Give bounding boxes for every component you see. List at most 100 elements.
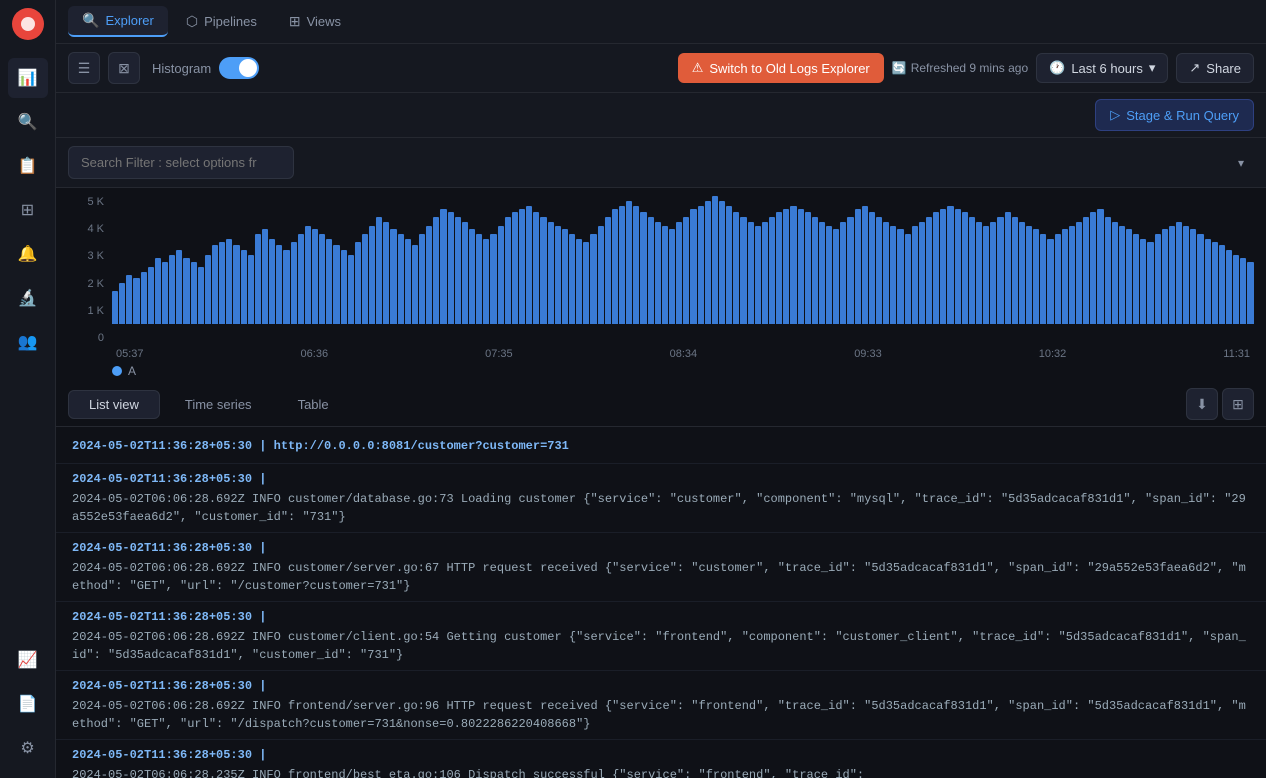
search-filter-input[interactable] xyxy=(68,146,294,179)
refresh-label: Refreshed 9 mins ago xyxy=(911,61,1028,75)
switch-btn-label: Switch to Old Logs Explorer xyxy=(709,61,869,76)
share-icon: ↗ xyxy=(1189,60,1200,76)
toolbar2: ▷ Stage & Run Query xyxy=(56,93,1266,138)
chart-bar xyxy=(847,217,853,324)
tab-views[interactable]: ⊞ Views xyxy=(275,7,355,36)
sidebar-item-settings[interactable]: ⚙ xyxy=(8,728,48,768)
chart-bar xyxy=(855,209,861,324)
switch-to-old-logs-button[interactable]: ⚠ Switch to Old Logs Explorer xyxy=(678,53,884,83)
chart-bar xyxy=(805,212,811,324)
chart-bar xyxy=(1226,250,1232,324)
app-logo[interactable] xyxy=(12,8,44,40)
chart-bar xyxy=(505,217,511,324)
sidebar-item-investigate[interactable]: 🔬 xyxy=(8,278,48,318)
chart-bar xyxy=(826,226,832,324)
chart-bar xyxy=(248,255,254,324)
columns-icon[interactable]: ⊞ xyxy=(1222,388,1254,420)
download-icon[interactable]: ⬇ xyxy=(1186,388,1218,420)
chart-bar xyxy=(662,226,668,324)
log-entry-body: 2024-05-02T06:06:28.692Z INFO customer/s… xyxy=(72,559,1250,595)
chart-bar xyxy=(319,234,325,324)
histogram-toggle[interactable] xyxy=(219,57,259,79)
filter-chevron-icon: ▾ xyxy=(1238,156,1244,170)
x-label-5: 10:32 xyxy=(1039,348,1067,360)
sidebar-item-reports[interactable]: 📈 xyxy=(8,640,48,680)
x-label-4: 09:33 xyxy=(854,348,882,360)
log-entry[interactable]: 2024-05-02T11:36:28+05:30 |2024-05-02T06… xyxy=(56,602,1266,671)
chart-bar xyxy=(1062,229,1068,324)
pipelines-icon: ⬡ xyxy=(186,13,198,30)
chart-bar xyxy=(1005,212,1011,324)
log-list[interactable]: 2024-05-02T11:36:28+05:30 | http://0.0.0… xyxy=(56,427,1266,778)
chart-bar xyxy=(390,229,396,324)
sidebar-item-table[interactable]: 📋 xyxy=(8,146,48,186)
x-label-0: 05:37 xyxy=(116,348,144,360)
chart-bar xyxy=(526,206,532,324)
chart-bar xyxy=(462,222,468,324)
chart-bar xyxy=(933,212,939,324)
chart-bar xyxy=(148,267,154,324)
view-tab-list-label: List view xyxy=(89,397,139,412)
chart-bar xyxy=(212,245,218,324)
sidebar-item-grid[interactable]: ⊞ xyxy=(8,190,48,230)
chart-bar xyxy=(519,209,525,324)
chart-bar xyxy=(1190,229,1196,324)
chart-legend: A xyxy=(112,364,1254,378)
tab-pipelines[interactable]: ⬡ Pipelines xyxy=(172,7,271,36)
sidebar-item-alert[interactable]: 🔔 xyxy=(8,234,48,274)
chart-bar xyxy=(355,242,361,324)
chart-bar xyxy=(512,212,518,324)
chart-bar xyxy=(533,212,539,324)
chart-bar xyxy=(869,212,875,324)
chart-bar xyxy=(540,217,546,324)
view-tab-list[interactable]: List view xyxy=(68,390,160,419)
chart-bar xyxy=(398,234,404,324)
chart-bar xyxy=(1012,217,1018,324)
chart-bar xyxy=(440,209,446,324)
chart-bar xyxy=(162,262,168,324)
main-content: 🔍 Explorer ⬡ Pipelines ⊞ Views ☰ ⊠ Histo… xyxy=(56,0,1266,778)
chart-bar xyxy=(1219,245,1225,324)
chart-bar xyxy=(698,206,704,324)
stage-run-query-button[interactable]: ▷ Stage & Run Query xyxy=(1095,99,1254,131)
chart-bar xyxy=(312,229,318,324)
chart-bar xyxy=(1176,222,1182,324)
chart-bar xyxy=(947,206,953,324)
time-range-selector[interactable]: 🕐 Last 6 hours ▾ xyxy=(1036,53,1168,83)
chart-bar xyxy=(1083,217,1089,324)
tab-explorer[interactable]: 🔍 Explorer xyxy=(68,6,168,37)
chart-bar xyxy=(126,275,132,324)
log-entry[interactable]: 2024-05-02T11:36:28+05:30 |2024-05-02T06… xyxy=(56,740,1266,778)
view-tab-time-series[interactable]: Time series xyxy=(164,390,273,419)
chart-bar xyxy=(1112,222,1118,324)
chart-bar xyxy=(705,201,711,324)
chart-bar xyxy=(983,226,989,324)
view-tab-table[interactable]: Table xyxy=(277,390,350,419)
chart-bar xyxy=(1119,226,1125,324)
filter-bar: ▾ xyxy=(56,138,1266,188)
list-view-icon[interactable]: ☰ xyxy=(68,52,100,84)
log-entry[interactable]: 2024-05-02T11:36:28+05:30 | 2024-05-02T06… xyxy=(56,533,1266,602)
chart-bar xyxy=(305,226,311,324)
chart-bar xyxy=(1090,212,1096,324)
cross-view-icon[interactable]: ⊠ xyxy=(108,52,140,84)
chart-bar xyxy=(1247,262,1253,324)
toolbar: ☰ ⊠ Histogram ⚠ Switch to Old Logs Explo… xyxy=(56,44,1266,93)
sidebar-item-search[interactable]: 🔍 xyxy=(8,102,48,142)
chart-bar xyxy=(890,226,896,324)
chart-bar xyxy=(648,217,654,324)
log-entry[interactable]: 2024-05-02T11:36:28+05:30 |2024-05-02T06… xyxy=(56,671,1266,740)
chart-bar xyxy=(176,250,182,324)
log-entry[interactable]: 2024-05-02T11:36:28+05:30 | http://0.0.0… xyxy=(56,431,1266,464)
chart-bar xyxy=(133,278,139,324)
sidebar-item-users[interactable]: 👥 xyxy=(8,322,48,362)
view-tabs: List view Time series Table ⬇ ⊞ xyxy=(56,382,1266,427)
share-button[interactable]: ↗ Share xyxy=(1176,53,1254,83)
play-icon: ▷ xyxy=(1110,107,1120,123)
chart-bar xyxy=(1105,217,1111,324)
log-entry-header: 2024-05-02T11:36:28+05:30 | xyxy=(72,539,1250,557)
chart-bar xyxy=(1040,234,1046,324)
sidebar-item-docs[interactable]: 📄 xyxy=(8,684,48,724)
log-entry[interactable]: 2024-05-02T11:36:28+05:30 |2024-05-02T06… xyxy=(56,464,1266,533)
sidebar-item-analytics[interactable]: 📊 xyxy=(8,58,48,98)
